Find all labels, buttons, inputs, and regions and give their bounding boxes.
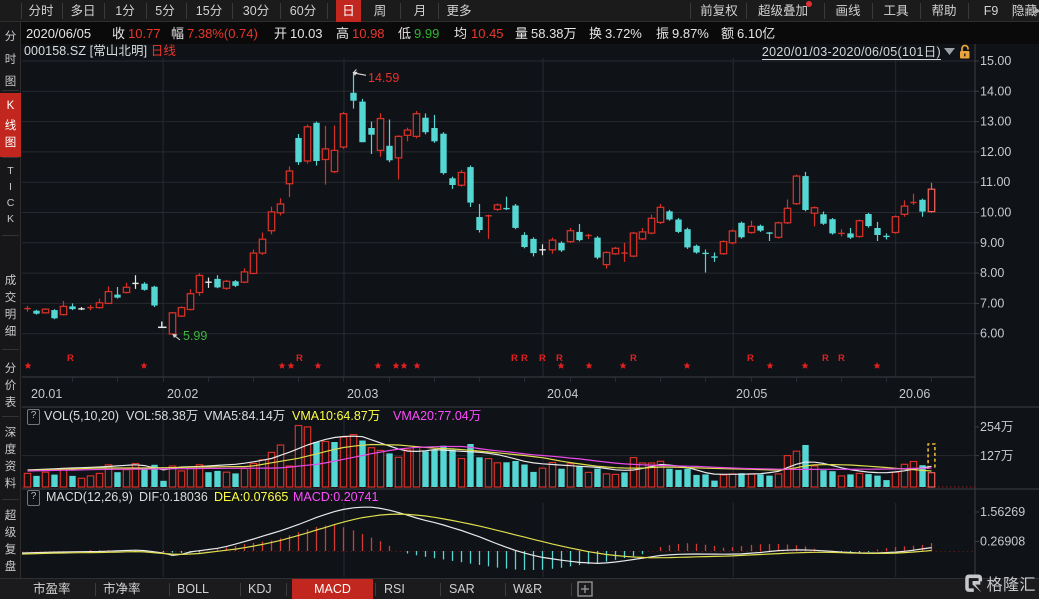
svg-text:20.01: 20.01 bbox=[31, 387, 62, 401]
svg-text:R: R bbox=[747, 353, 754, 364]
svg-text:20.03: 20.03 bbox=[347, 387, 378, 401]
svg-text:9.00: 9.00 bbox=[980, 236, 1004, 250]
svg-text:R: R bbox=[630, 353, 637, 364]
svg-text:20.06: 20.06 bbox=[899, 387, 930, 401]
svg-text:20.04: 20.04 bbox=[547, 387, 578, 401]
svg-text:格隆汇: 格隆汇 bbox=[987, 576, 1037, 594]
svg-text:7.00: 7.00 bbox=[980, 296, 1004, 310]
svg-text:20.02: 20.02 bbox=[167, 387, 198, 401]
svg-text:20.05: 20.05 bbox=[736, 387, 767, 401]
svg-text:6.00: 6.00 bbox=[980, 327, 1004, 341]
svg-text:1.56269: 1.56269 bbox=[980, 505, 1025, 519]
svg-text:R: R bbox=[296, 353, 303, 364]
svg-text:R: R bbox=[556, 353, 563, 364]
svg-text:R: R bbox=[838, 353, 845, 364]
svg-text:R: R bbox=[539, 353, 546, 364]
svg-text:11.00: 11.00 bbox=[980, 175, 1010, 189]
svg-text:R: R bbox=[67, 353, 74, 364]
svg-text:8.00: 8.00 bbox=[980, 266, 1004, 280]
svg-text:R: R bbox=[822, 353, 829, 364]
svg-text:14.59: 14.59 bbox=[368, 71, 399, 85]
svg-text:0.26908: 0.26908 bbox=[980, 535, 1025, 549]
svg-text:127万: 127万 bbox=[980, 449, 1013, 463]
svg-text:5.99: 5.99 bbox=[183, 329, 207, 343]
svg-text:14.00: 14.00 bbox=[980, 84, 1011, 98]
svg-text:R: R bbox=[511, 353, 518, 364]
svg-text:12.00: 12.00 bbox=[980, 145, 1011, 159]
svg-text:13.00: 13.00 bbox=[980, 115, 1011, 129]
svg-text:R: R bbox=[521, 353, 528, 364]
svg-text:15.00: 15.00 bbox=[980, 54, 1011, 68]
svg-text:10.00: 10.00 bbox=[980, 206, 1011, 220]
